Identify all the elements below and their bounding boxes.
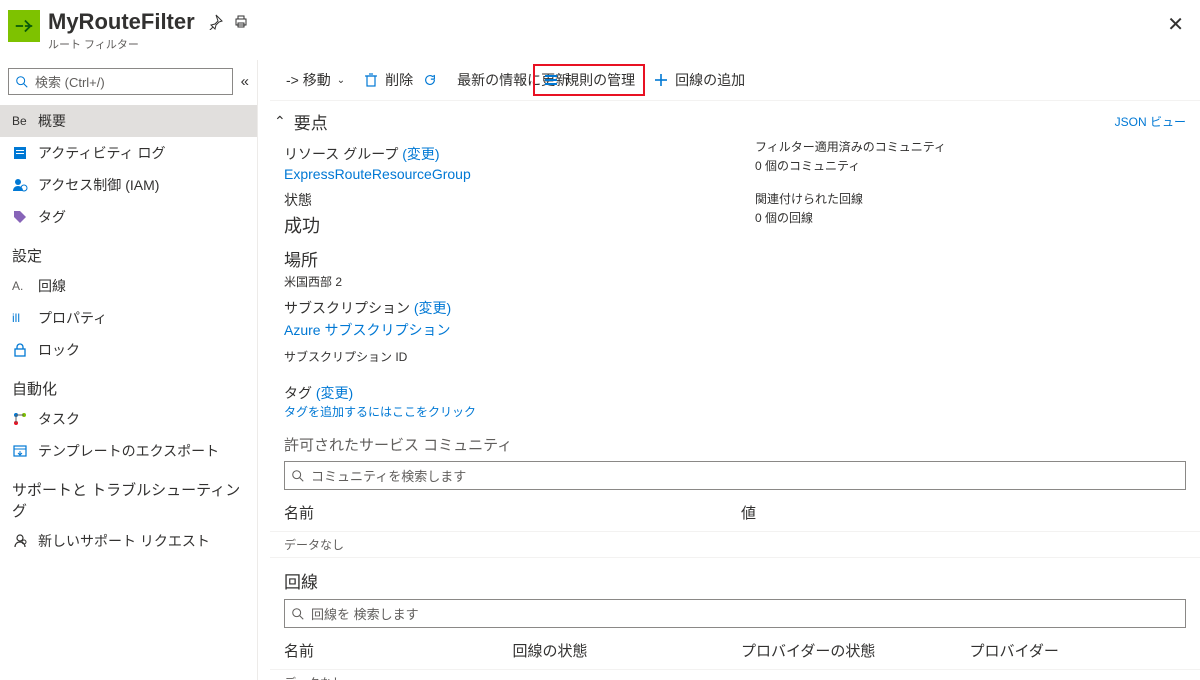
nav-overview[interactable]: Be 概要 — [0, 105, 257, 137]
sidebar-search-input[interactable]: 検索 (Ctrl+/) — [8, 68, 233, 95]
resource-type-label: ルート フィルター — [48, 36, 195, 52]
communities-search-input[interactable]: コミュニティを検索します — [284, 461, 1186, 490]
status-value: 成功 — [284, 212, 715, 238]
page-title: MyRouteFilter — [48, 10, 195, 34]
col-name: 名前 — [284, 502, 741, 523]
collapse-sidebar-button[interactable]: « — [241, 73, 249, 90]
move-button[interactable]: -> 移動 ⌄ — [278, 66, 353, 94]
section-settings: 設定 — [0, 233, 257, 270]
chevron-down-icon: ⌄ — [337, 75, 345, 86]
export-template-icon — [12, 443, 28, 459]
tag-icon — [12, 209, 28, 225]
section-automation: 自動化 — [0, 366, 257, 403]
overview-icon: Be — [12, 113, 28, 129]
associated-circuits-value: 0 個の回線 — [755, 209, 1186, 226]
add-tags-link[interactable]: タグを追加するにはここをクリック — [284, 403, 1186, 420]
access-control-icon — [12, 177, 28, 193]
rg-change-link[interactable]: (変更) — [402, 146, 439, 162]
nav-properties[interactable]: ill プロパティ — [0, 302, 257, 334]
location-value: 米国西部 2 — [284, 273, 715, 290]
communities-table-header: 名前 値 — [270, 492, 1200, 531]
trash-icon — [363, 72, 379, 88]
add-circuit-button[interactable]: 回線の追加 — [645, 66, 753, 94]
json-view-link[interactable]: JSON ビュー — [1115, 113, 1186, 130]
essentials-title: 要点 — [294, 109, 328, 134]
section-support: サポートと トラブルシューティング — [0, 467, 257, 525]
rg-value[interactable]: ExpressRouteResourceGroup — [284, 166, 715, 182]
nav-tasks[interactable]: タスク — [0, 403, 257, 435]
rg-label: リソース グループ (変更) — [284, 144, 715, 164]
filter-communities-label: フィルター適用済みのコミュニティ — [755, 138, 1186, 155]
col-provider-state: プロバイダーの状態 — [741, 640, 970, 661]
print-icon[interactable] — [233, 14, 249, 30]
plus-icon — [653, 72, 669, 88]
col-circuit-state: 回線の状態 — [513, 640, 742, 661]
location-label: 場所 — [284, 246, 715, 271]
tasks-icon — [12, 411, 28, 427]
resource-icon — [8, 10, 40, 42]
delete-button[interactable]: 削除 — [355, 66, 447, 94]
filter-communities-value: 0 個のコミュニティ — [755, 157, 1186, 174]
communities-nodata: データなし — [270, 531, 1200, 558]
communities-section-title: 許可されたサービス コミュニティ — [284, 434, 1186, 455]
status-label: 状態 — [284, 190, 715, 210]
properties-icon: ill — [12, 310, 28, 326]
col-name: 名前 — [284, 640, 513, 661]
refresh-icon — [423, 72, 439, 88]
tags-label: タグ (変更) — [284, 383, 1186, 403]
support-icon — [12, 533, 28, 549]
activity-log-icon — [12, 145, 28, 161]
pin-icon[interactable] — [207, 14, 223, 30]
nav-tags[interactable]: タグ — [0, 201, 257, 233]
manage-rules-button[interactable]: 規則の管理 — [535, 66, 643, 94]
nav-lock[interactable]: ロック — [0, 334, 257, 366]
lock-icon — [12, 342, 28, 358]
tags-change-link[interactable]: (変更) — [316, 385, 353, 401]
circuits-icon: A. — [12, 278, 28, 294]
sub-change-link[interactable]: (変更) — [414, 300, 451, 316]
close-icon[interactable]: ✕ — [1167, 10, 1184, 37]
circuits-search-input[interactable]: 回線を 検索します — [284, 599, 1186, 628]
subscription-value[interactable]: Azure サブスクリプション — [284, 320, 715, 340]
subscription-label: サブスクリプション (変更) — [284, 298, 715, 318]
circuits-table-header: 名前 回線の状態 プロバイダーの状態 プロバイダー — [270, 630, 1200, 669]
col-value: 値 — [741, 502, 1198, 523]
circuits-section-title: 回線 — [284, 568, 1186, 593]
circuits-nodata: データなし — [270, 669, 1200, 680]
nav-access-control[interactable]: アクセス制御 (IAM) — [0, 169, 257, 201]
nav-circuits[interactable]: A. 回線 — [0, 270, 257, 302]
manage-rules-icon — [543, 72, 559, 88]
associated-circuits-label: 関連付けられた回線 — [755, 190, 1186, 207]
nav-new-support-request[interactable]: 新しいサポート リクエスト — [0, 525, 257, 557]
subscription-id-label: サブスクリプション ID — [284, 348, 715, 365]
col-provider: プロバイダー — [970, 640, 1199, 661]
nav-export-template[interactable]: テンプレートのエクスポート — [0, 435, 257, 467]
essentials-toggle[interactable]: ⌃ — [274, 113, 286, 130]
nav-activity-log[interactable]: アクティビティ ログ — [0, 137, 257, 169]
sidebar-search-placeholder: 検索 (Ctrl+/) — [35, 72, 105, 91]
